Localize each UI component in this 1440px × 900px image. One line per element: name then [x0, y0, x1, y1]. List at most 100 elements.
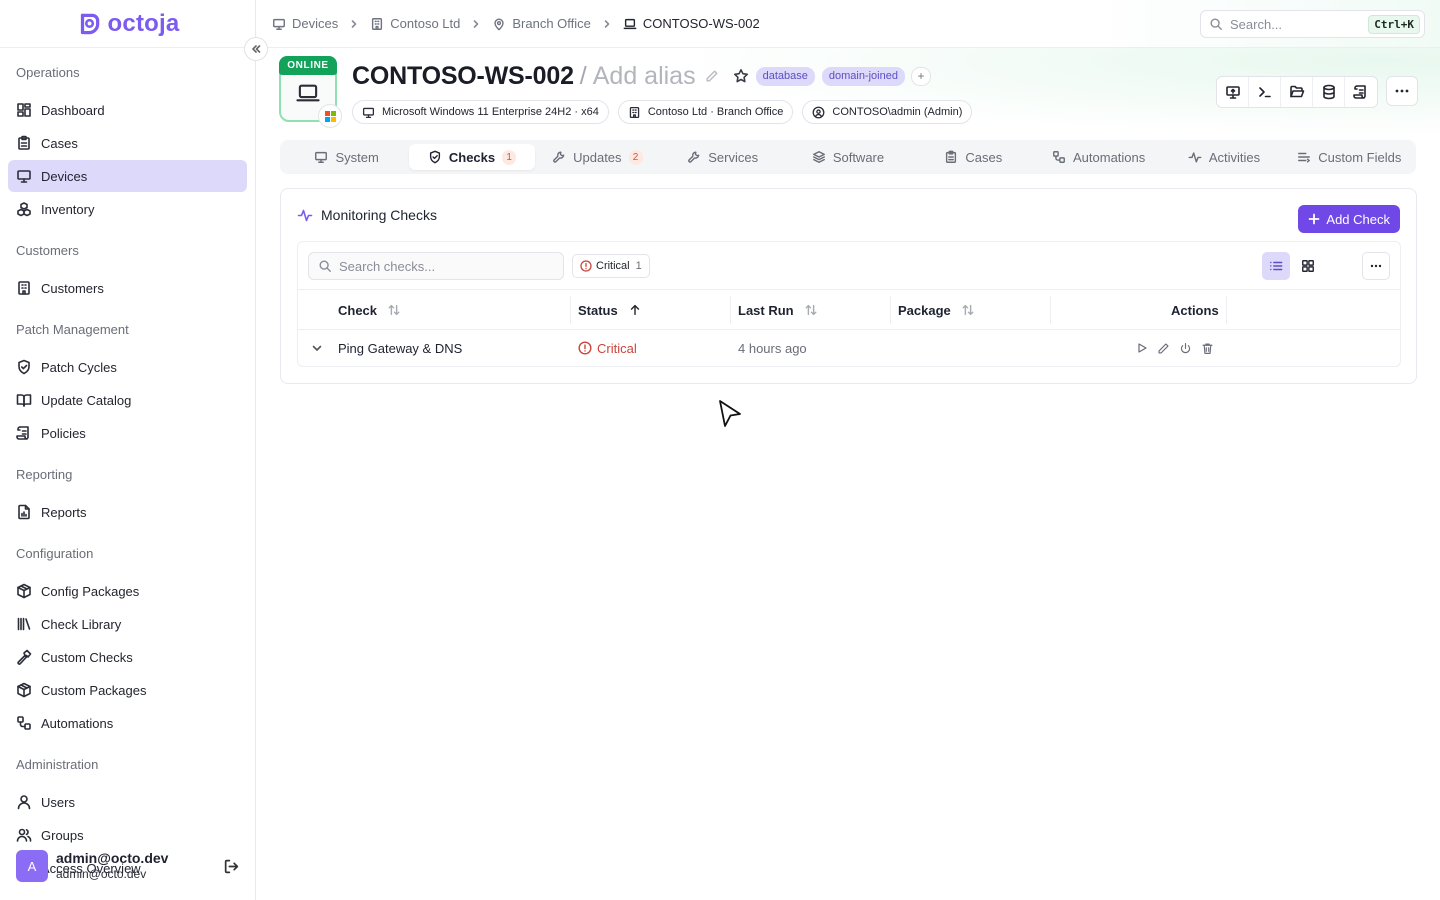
sidebar-item-label: Custom Checks	[41, 649, 133, 665]
add-check-button[interactable]: Add Check	[1298, 205, 1400, 233]
user-info: admin@octo.dev admin@octo.dev	[56, 850, 168, 882]
sort-icon	[962, 304, 974, 316]
checks-filter-bar: Search checks... Critical 1	[298, 242, 1400, 290]
check-name: Ping Gateway & DNS	[338, 340, 463, 356]
search-checks-input[interactable]: Search checks...	[308, 252, 564, 280]
critical-filter-label: Critical	[596, 260, 630, 272]
tab-software[interactable]: Software	[785, 144, 910, 170]
global-search[interactable]: Search... Ctrl+K	[1200, 10, 1425, 38]
sidebar-item-groups[interactable]: Groups	[8, 819, 247, 851]
screen-share-icon	[1225, 86, 1240, 99]
tab-system[interactable]: System	[284, 144, 409, 170]
workflow-icon	[17, 716, 31, 730]
tab-label: Custom Fields	[1318, 149, 1402, 165]
section-customers: Customers	[16, 242, 79, 258]
tab-cases[interactable]: Cases	[911, 144, 1036, 170]
sidebar-item-reports[interactable]: Reports	[8, 496, 247, 528]
grid-view-button[interactable]	[1294, 252, 1322, 280]
wrench-icon	[553, 151, 565, 163]
expand-row-button[interactable]	[311, 330, 323, 366]
alias-placeholder[interactable]: Add alias	[593, 62, 696, 91]
tab-activities[interactable]: Activities	[1161, 144, 1286, 170]
wrench-icon	[688, 151, 700, 163]
sidebar-item-update-catalog[interactable]: Update Catalog	[8, 384, 247, 416]
column-divider	[1226, 296, 1227, 324]
run-check-icon[interactable]	[1136, 342, 1148, 354]
sidebar-item-config-packages[interactable]: Config Packages	[8, 575, 247, 607]
add-tag-button[interactable]: +	[910, 66, 931, 86]
action-button-group	[1216, 76, 1378, 108]
sidebar-item-custom-packages[interactable]: Custom Packages	[8, 674, 247, 706]
sidebar-item-check-library[interactable]: Check Library	[8, 608, 247, 640]
panel-title-text: Monitoring Checks	[321, 207, 437, 223]
remote-desktop-button[interactable]	[1217, 77, 1249, 107]
sidebar-item-customers[interactable]: Customers	[8, 272, 247, 304]
sidebar-item-cases[interactable]: Cases	[8, 127, 247, 159]
favorite-star-icon[interactable]	[733, 68, 749, 84]
disable-check-icon[interactable]	[1179, 342, 1192, 355]
sidebar-item-devices[interactable]: Devices	[8, 160, 247, 192]
script-button[interactable]	[1345, 77, 1377, 107]
sidebar-item-patch-cycles[interactable]: Patch Cycles	[8, 351, 247, 383]
sidebar-item-automations[interactable]: Automations	[8, 707, 247, 739]
title-separator: /	[579, 61, 587, 90]
critical-filter-chip[interactable]: Critical 1	[572, 254, 650, 278]
table-options-button[interactable]	[1362, 252, 1390, 280]
terminal-icon	[1258, 87, 1271, 98]
hammer-icon	[17, 649, 32, 665]
list-view-button[interactable]	[1262, 252, 1290, 280]
tab-checks[interactable]: Checks 1	[409, 144, 535, 170]
breadcrumb-customer[interactable]: Contoso Ltd	[370, 16, 460, 31]
column-status[interactable]: Status	[578, 290, 642, 330]
octoja-logo-icon	[80, 13, 99, 34]
shield-check-icon	[18, 359, 30, 375]
app-logo[interactable]: octoja	[0, 0, 255, 48]
tab-automations[interactable]: Automations	[1036, 144, 1161, 170]
file-browser-button[interactable]	[1281, 77, 1313, 107]
monitor-icon	[362, 107, 375, 118]
tag-domain-joined[interactable]: domain-joined	[821, 66, 905, 86]
package-icon	[17, 583, 31, 599]
sidebar-item-users[interactable]: Users	[8, 786, 247, 818]
edit-alias-icon[interactable]	[705, 69, 719, 83]
chevrons-left-icon	[252, 45, 261, 53]
delete-check-icon[interactable]	[1201, 342, 1214, 355]
database-button[interactable]	[1313, 77, 1345, 107]
sidebar-item-policies[interactable]: Policies	[8, 417, 247, 449]
column-label: Package	[898, 302, 951, 318]
edit-check-icon[interactable]	[1157, 342, 1170, 355]
sidebar-item-inventory[interactable]: Inventory	[8, 193, 247, 225]
search-icon	[319, 260, 331, 272]
device-tabs: System Checks 1 Updates 2 Services Softw…	[280, 140, 1416, 174]
breadcrumb-devices[interactable]: Devices	[272, 16, 338, 31]
more-actions-button[interactable]	[1386, 76, 1418, 106]
shield-check-icon	[429, 150, 440, 164]
column-package[interactable]: Package	[898, 290, 975, 330]
column-label: Last Run	[738, 302, 794, 318]
sidebar-item-label: Update Catalog	[41, 392, 132, 408]
tab-label: Activities	[1208, 149, 1261, 165]
breadcrumb-label: Branch Office	[512, 16, 591, 31]
breadcrumb-site[interactable]: Branch Office	[492, 16, 591, 31]
location-chip[interactable]: Contoso Ltd · Branch Office	[617, 100, 794, 124]
tag-database[interactable]: database	[755, 66, 815, 86]
user-name: admin@octo.dev	[56, 850, 169, 866]
app-name: octoja	[107, 9, 180, 37]
sidebar-item-custom-checks[interactable]: Custom Checks	[8, 641, 247, 673]
tab-updates[interactable]: Updates 2	[535, 144, 660, 170]
table-row[interactable]: Ping Gateway & DNS Critical 4 hours ago	[298, 330, 1400, 366]
column-check[interactable]: Check	[338, 290, 401, 330]
layers-icon	[812, 151, 825, 163]
column-last-run[interactable]: Last Run	[738, 290, 818, 330]
panel-title: Monitoring Checks	[297, 207, 437, 223]
tab-custom-fields[interactable]: Custom Fields	[1287, 144, 1412, 170]
tab-label: Automations	[1073, 149, 1146, 165]
user-profile[interactable]: A admin@octo.dev admin@octo.dev	[16, 850, 246, 882]
building-icon	[18, 281, 30, 295]
logout-icon[interactable]	[223, 858, 240, 875]
terminal-button[interactable]	[1249, 77, 1281, 107]
sidebar-item-dashboard[interactable]: Dashboard	[8, 94, 247, 126]
collapse-sidebar-button[interactable]	[244, 37, 268, 61]
tab-services[interactable]: Services	[660, 144, 785, 170]
device-name: CONTOSO-WS-002	[352, 61, 574, 90]
